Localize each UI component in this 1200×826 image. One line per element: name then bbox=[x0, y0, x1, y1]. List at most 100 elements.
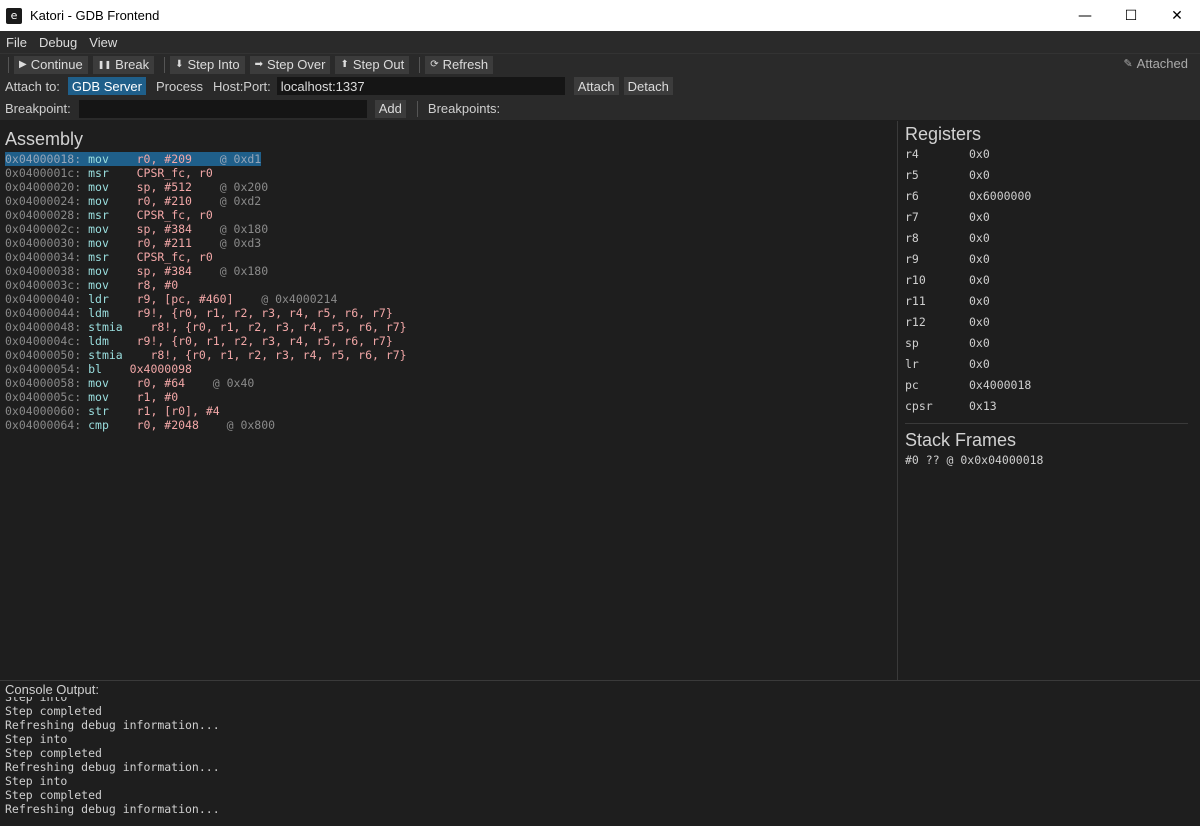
instruction-comment: @ 0x40 bbox=[212, 376, 255, 390]
instruction-comment: @ 0x800 bbox=[226, 418, 276, 432]
attach-button[interactable]: Attach bbox=[573, 77, 619, 95]
assembly-listing: 0x04000018: mov r0, #209 @ 0xd1 0x0400001… bbox=[5, 151, 892, 432]
instruction-mnemonic: mov bbox=[88, 376, 109, 390]
register-value: 0x0 bbox=[969, 252, 990, 266]
instruction-operands: r0, #2048 bbox=[136, 418, 199, 432]
register-row[interactable]: cpsr 0x13 bbox=[905, 398, 1193, 419]
detach-button[interactable]: Detach bbox=[623, 77, 673, 95]
refresh-button[interactable]: ⟳ Refresh bbox=[425, 55, 494, 74]
instruction-address: 0x04000024: bbox=[5, 194, 82, 208]
register-row[interactable]: r7 0x0 bbox=[905, 209, 1193, 230]
instruction-address: 0x0400004c: bbox=[5, 334, 82, 348]
register-row[interactable]: pc 0x4000018 bbox=[905, 377, 1193, 398]
registers-separator bbox=[905, 423, 1188, 424]
instruction-operands: r0, #209 bbox=[136, 152, 192, 166]
instruction-mnemonic: stmia bbox=[88, 320, 123, 334]
break-button[interactable]: ❚❚ Break bbox=[92, 55, 155, 74]
register-row[interactable]: r10 0x0 bbox=[905, 272, 1193, 293]
register-row[interactable]: r8 0x0 bbox=[905, 230, 1193, 251]
minimize-button[interactable]: — bbox=[1062, 0, 1108, 31]
assembly-line[interactable]: 0x04000064: cmp r0, #2048 @ 0x800 bbox=[5, 418, 892, 432]
instruction-mnemonic: mov bbox=[88, 194, 109, 208]
continue-label: Continue bbox=[30, 57, 83, 72]
break-label: Break bbox=[115, 57, 150, 72]
assembly-line[interactable]: 0x0400004c: ldm r9!, {r0, r1, r2, r3, r4… bbox=[5, 334, 892, 348]
register-value: 0x0 bbox=[969, 231, 990, 245]
host-port-input[interactable] bbox=[276, 77, 565, 95]
register-row[interactable]: r12 0x0 bbox=[905, 314, 1193, 335]
close-button[interactable]: ✕ bbox=[1154, 0, 1200, 31]
padding bbox=[109, 404, 137, 418]
instruction-address: 0x04000020: bbox=[5, 180, 82, 194]
register-name: r4 bbox=[905, 147, 919, 161]
padding bbox=[109, 222, 137, 236]
attach-bar: Attach to: GDB Server Process Host:Port:… bbox=[0, 75, 1200, 97]
padding bbox=[192, 194, 220, 208]
padding bbox=[192, 264, 220, 278]
assembly-line[interactable]: 0x04000028: msr CPSR_fc, r0 bbox=[5, 208, 892, 222]
register-row[interactable]: sp 0x0 bbox=[905, 335, 1193, 356]
instruction-comment: @ 0xd1 bbox=[219, 152, 262, 166]
menu-view[interactable]: View bbox=[83, 35, 123, 50]
assembly-line[interactable]: 0x04000024: mov r0, #210 @ 0xd2 bbox=[5, 194, 892, 208]
assembly-line[interactable]: 0x0400002c: mov sp, #384 @ 0x180 bbox=[5, 222, 892, 236]
register-row[interactable]: r9 0x0 bbox=[905, 251, 1193, 272]
instruction-operands: 0x4000098 bbox=[129, 362, 192, 376]
assembly-line[interactable]: 0x04000020: mov sp, #512 @ 0x200 bbox=[5, 180, 892, 194]
instruction-operands: CPSR_fc, r0 bbox=[136, 250, 213, 264]
padding bbox=[109, 194, 137, 208]
menu-debug[interactable]: Debug bbox=[33, 35, 83, 50]
assembly-line[interactable]: 0x04000044: ldm r9!, {r0, r1, r2, r3, r4… bbox=[5, 306, 892, 320]
padding bbox=[109, 180, 137, 194]
register-name: lr bbox=[905, 357, 919, 371]
process-tab[interactable]: Process bbox=[156, 79, 203, 94]
instruction-mnemonic: mov bbox=[88, 390, 109, 404]
assembly-line[interactable]: 0x04000054: bl 0x4000098 bbox=[5, 362, 892, 376]
register-row[interactable]: r4 0x0 bbox=[905, 146, 1193, 167]
breakpoint-label: Breakpoint: bbox=[5, 101, 71, 116]
register-row[interactable]: r11 0x0 bbox=[905, 293, 1193, 314]
continue-button[interactable]: ▶ Continue bbox=[14, 55, 88, 74]
stack-frame[interactable]: #0 ?? @ 0x0x04000018 bbox=[905, 453, 1193, 467]
register-name: r12 bbox=[905, 315, 926, 329]
assembly-line[interactable]: 0x04000030: mov r0, #211 @ 0xd3 bbox=[5, 236, 892, 250]
instruction-address: 0x04000030: bbox=[5, 236, 82, 250]
maximize-button[interactable]: ☐ bbox=[1108, 0, 1154, 31]
assembly-line[interactable]: 0x04000060: str r1, [r0], #4 bbox=[5, 404, 892, 418]
step-into-button[interactable]: ⬇ Step Into bbox=[170, 55, 245, 74]
instruction-operands: sp, #384 bbox=[136, 222, 192, 236]
assembly-line[interactable]: 0x0400005c: mov r1, #0 bbox=[5, 390, 892, 404]
register-name: pc bbox=[905, 378, 919, 392]
console-line: Step completed bbox=[5, 746, 102, 760]
assembly-line[interactable]: 0x0400003c: mov r8, #0 bbox=[5, 278, 892, 292]
gdb-server-tab[interactable]: GDB Server bbox=[67, 77, 146, 95]
step-out-button[interactable]: ⬆ Step Out bbox=[335, 55, 410, 74]
instruction-operands: r8!, {r0, r1, r2, r3, r4, r5, r6, r7} bbox=[150, 348, 407, 362]
register-row[interactable]: r6 0x6000000 bbox=[905, 188, 1193, 209]
breakpoint-input[interactable] bbox=[78, 99, 367, 118]
register-value: 0x0 bbox=[969, 294, 990, 308]
assembly-line[interactable]: 0x04000040: ldr r9, [pc, #460] @ 0x40002… bbox=[5, 292, 892, 306]
menu-file[interactable]: File bbox=[0, 35, 33, 50]
assembly-line[interactable]: 0x04000048: stmia r8!, {r0, r1, r2, r3, … bbox=[5, 320, 892, 334]
padding bbox=[109, 292, 137, 306]
window-controls: — ☐ ✕ bbox=[1062, 0, 1200, 31]
assembly-line[interactable]: 0x04000034: msr CPSR_fc, r0 bbox=[5, 250, 892, 264]
padding bbox=[109, 236, 137, 250]
play-icon: ▶ bbox=[19, 59, 27, 70]
assembly-line[interactable]: 0x04000050: stmia r8!, {r0, r1, r2, r3, … bbox=[5, 348, 892, 362]
assembly-line-current[interactable]: 0x04000018: mov r0, #209 @ 0xd1 bbox=[5, 152, 262, 166]
add-breakpoint-button[interactable]: Add bbox=[374, 99, 406, 118]
assembly-line[interactable]: 0x04000038: mov sp, #384 @ 0x180 bbox=[5, 264, 892, 278]
instruction-comment: @ 0x180 bbox=[219, 222, 269, 236]
instruction-comment: @ 0x180 bbox=[219, 264, 269, 278]
step-into-label: Step Into bbox=[187, 57, 240, 72]
assembly-line[interactable]: 0x04000058: mov r0, #64 @ 0x40 bbox=[5, 376, 892, 390]
instruction-operands: r8, #0 bbox=[136, 278, 179, 292]
instruction-address: 0x0400005c: bbox=[5, 390, 82, 404]
register-row[interactable]: r5 0x0 bbox=[905, 167, 1193, 188]
register-row[interactable]: lr 0x0 bbox=[905, 356, 1193, 377]
assembly-line[interactable]: 0x0400001c: msr CPSR_fc, r0 bbox=[5, 166, 892, 180]
step-over-button[interactable]: ➡ Step Over bbox=[249, 55, 331, 74]
console-output[interactable]: Step into Step completed Refreshing debug … bbox=[5, 697, 1195, 817]
